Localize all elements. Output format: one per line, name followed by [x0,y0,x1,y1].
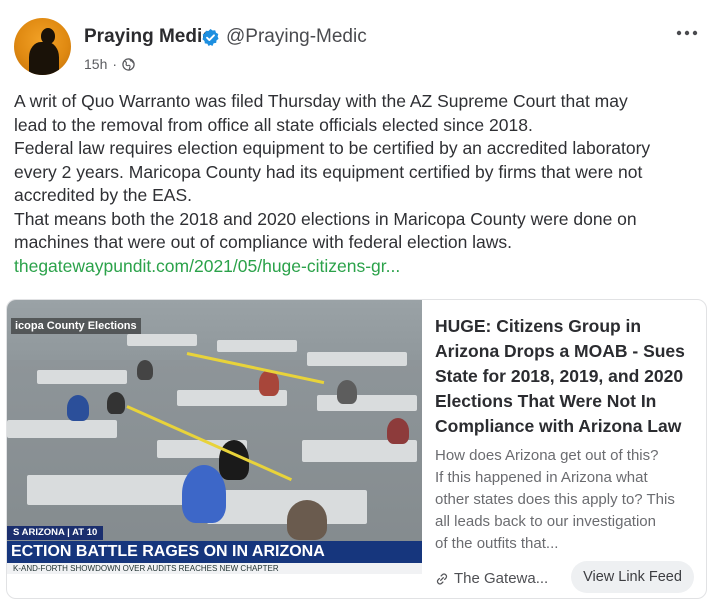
image-table [37,370,127,384]
avatar-figure-body [29,42,59,75]
image-table [317,395,417,411]
post-header: Praying Medic @Praying-Medic 15h · [14,14,704,76]
card-description-line: all leads back to our investigation [435,513,656,530]
image-table [127,334,197,346]
card-image[interactable]: icopa County Elections S ARIZONA | AT 10… [7,300,422,574]
image-person [287,500,327,540]
image-person [182,465,226,523]
image-person [137,360,153,380]
card-description-line: other states does this apply to? This [435,491,675,508]
link-icon [436,573,448,584]
card-source-label: The Gatewa... [454,570,549,587]
image-chyron-small: S ARIZONA | AT 10 [7,526,104,540]
post-text-line: That means both the 2018 and 2020 electi… [14,208,637,229]
card-title-line: HUGE: Citizens Group in [435,316,642,336]
view-link-feed-button[interactable]: View Link Feed [571,561,694,593]
card-description-line: of the outfits that... [435,535,559,552]
more-options-icon[interactable] [676,28,698,38]
post-link[interactable]: thegatewaypundit.com/2021/05/huge-citize… [14,256,400,276]
card-title-line: Elections That Were Not In [435,391,657,411]
avatar[interactable] [14,18,71,75]
image-station-badge: icopa County Elections [11,318,141,334]
image-person [337,380,357,404]
card-description: How does Arizona get out of this? If thi… [435,445,699,555]
post-text-line: A writ of Quo Warranto was filed Thursda… [14,91,628,111]
author-handle[interactable]: @Praying-Medic [226,26,367,48]
card-source[interactable]: The Gatewa... [435,570,548,587]
post-text-line: Federal law requires election equipment … [14,138,651,158]
image-chyron-sub: K-AND-FORTH SHOWDOWN OVER AUDITS REACHES… [7,563,422,574]
author-name[interactable]: Praying Medic [84,26,213,48]
card-title-line: State for 2018, 2019, and 2020 [435,366,684,386]
image-person [387,418,409,444]
image-table [217,340,297,352]
post-meta: 15h · [84,56,135,72]
post-text-line: accredited by the EAS. [14,185,193,205]
card-title-line: Arizona Drops a MOAB - Sues [435,341,685,361]
verified-badge-icon [202,28,219,47]
post-text-line: machines that were out of compliance wit… [14,232,513,252]
card-description-line: How does Arizona get out of this? [435,447,659,464]
image-table [27,475,197,505]
meta-separator: · [112,56,118,72]
card-title[interactable]: HUGE: Citizens Group in Arizona Drops a … [435,314,697,439]
card-description-line: If this happened in Arizona what [435,469,648,486]
image-person [107,392,125,414]
post-text-line: lead to the removal from office all stat… [14,114,533,135]
post-text-line: every 2 years. Maricopa County had its e… [14,161,643,182]
globe-icon [122,57,135,71]
card-title-line: Compliance with Arizona Law [435,416,682,436]
image-table [307,352,407,366]
image-person [67,395,89,421]
post-time[interactable]: 15h [84,56,107,72]
image-table [7,420,117,438]
link-preview-card[interactable]: icopa County Elections S ARIZONA | AT 10… [6,299,707,599]
image-chyron-main: ECTION BATTLE RAGES ON IN ARIZONA [7,541,422,563]
post-body: A writ of Quo Warranto was filed Thursda… [14,90,704,278]
